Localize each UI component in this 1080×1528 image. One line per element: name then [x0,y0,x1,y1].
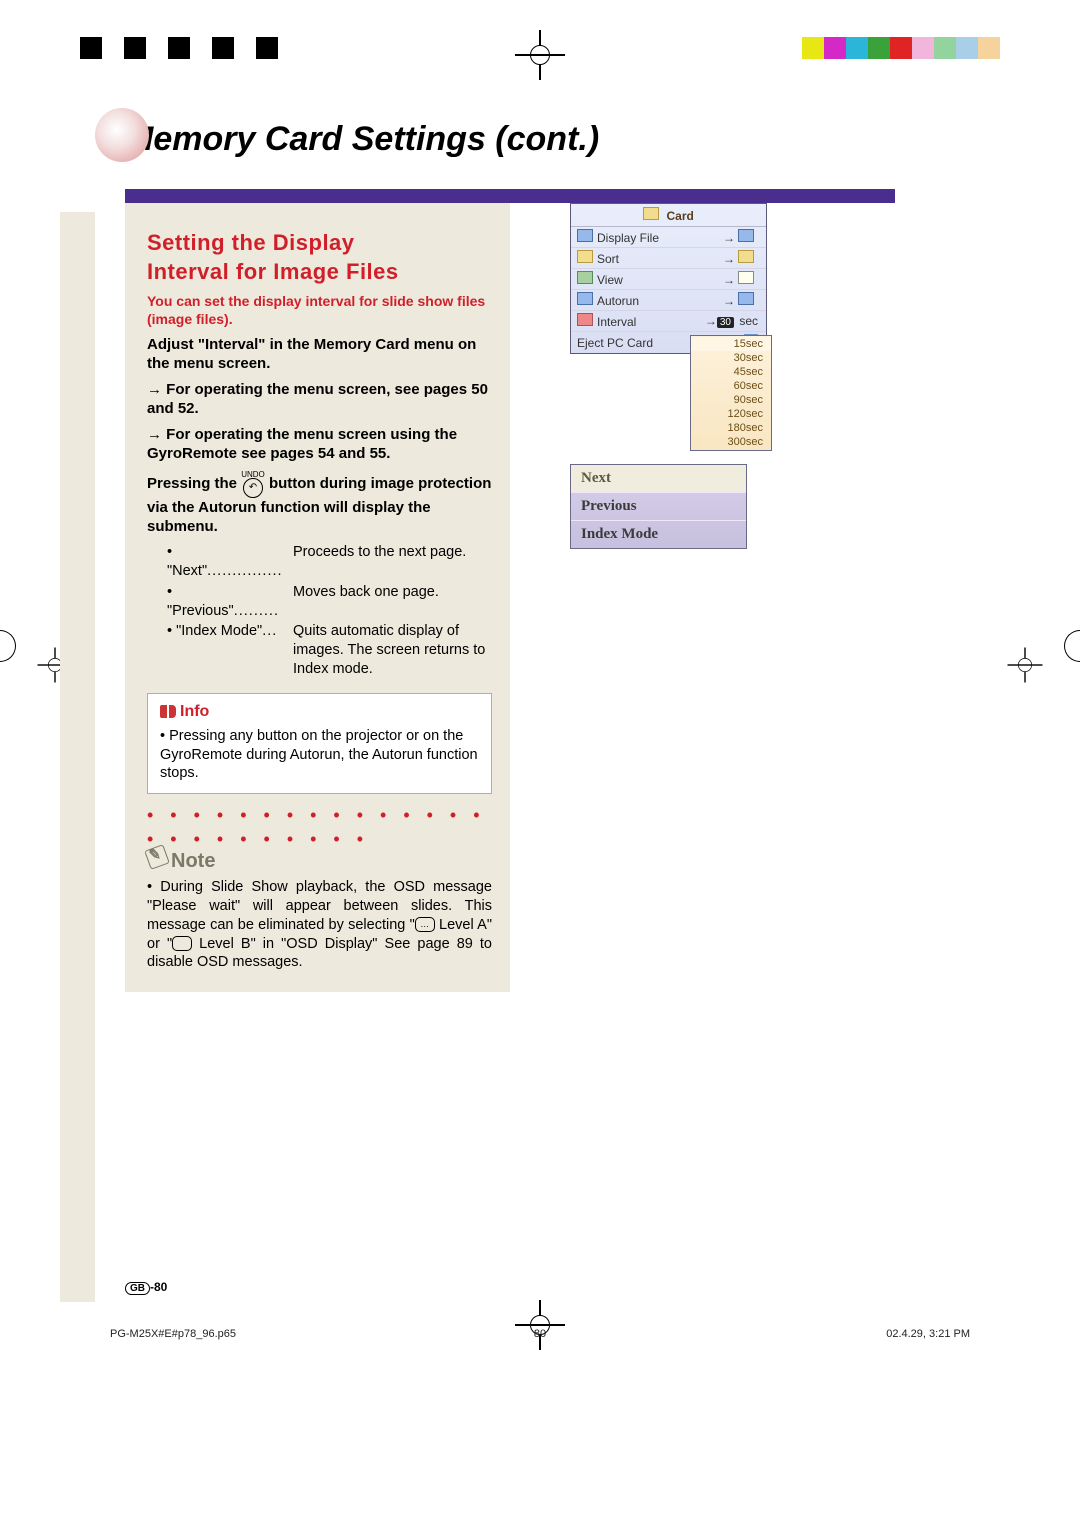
menu-item-icon [577,292,593,305]
osd-row: Interval→30 sec [571,311,766,332]
submenu-item-next: • "Next"............... Proceeds to the … [167,543,492,581]
arrow-right-icon: → [723,252,735,266]
osd-row: View → [571,269,766,290]
osd-row: Display File → [571,227,766,248]
left-margin-fill [60,212,95,1302]
interval-option: 60sec [691,379,771,393]
interval-option: 300sec [691,435,771,449]
footer-timestamp: 02.4.29, 3:21 PM [886,1328,970,1340]
menu-item-label: Sort [597,252,619,266]
submenu-item-index: • "Index Mode"... Quits automatic displa… [167,622,492,679]
menu-item-icon [577,271,593,284]
menu-item-icon [577,229,593,242]
arrow-right-icon: → [705,314,717,328]
print-footer: PG-M25X#E#p78_96.p65 80 02.4.29, 3:21 PM [0,1328,1080,1340]
menu-item-icon [577,313,593,326]
arrow-right-icon: → [723,294,735,308]
nav-item: Previous [571,493,746,521]
info-body: Pressing any button on the projector or … [160,728,478,782]
interval-option: 15sec [691,337,771,351]
book-icon [160,705,176,718]
menu-item-label: View [597,273,623,287]
menu-item-label: Autorun [597,294,639,308]
interval-option: 30sec [691,351,771,365]
level-b-icon [172,936,192,951]
instruction-2: → For operating the menu screen, see pag… [147,380,492,419]
section-title: Setting the Display Interval for Image F… [147,229,492,286]
osd-row: Autorun → [571,290,766,311]
menu-item-label: Interval [597,315,636,329]
footer-filename: PG-M25X#E#p78_96.p65 [110,1328,236,1340]
osd-title: Card [667,209,694,223]
nav-item: Index Mode [571,521,746,548]
menu-item-label: Eject PC Card [577,336,653,350]
card-icon [643,207,659,220]
section-lead: You can set the display interval for sli… [147,292,492,328]
accent-bar [125,189,895,203]
osd-card-menu: Card Display File → Sort → View → Autorun → Inte… [570,203,767,354]
note-divider-dots: • • • • • • • • • • • • • • • • • • • • … [147,804,492,851]
note-heading: Note [171,850,215,872]
submenu-item-prev: • "Previous"......... Moves back one pag… [167,583,492,621]
submenu-box: NextPreviousIndex Mode [570,464,747,549]
instruction-3: → For operating the menu screen using th… [147,425,492,464]
level-a-icon: … [415,917,435,932]
instruction-1: Adjust "Interval" in the Memory Card men… [147,335,492,374]
interval-value: 30 [717,317,734,328]
page-number: GB-80 [125,1280,167,1294]
note-body: • During Slide Show playback, the OSD me… [147,878,492,972]
submenu-icon [738,292,754,305]
interval-option: 45sec [691,365,771,379]
info-box: Info • Pressing any button on the projec… [147,693,492,794]
menu-item-label: Display File [597,231,659,245]
menu-item-icon [577,250,593,263]
submenu-icon [738,271,754,284]
submenu-icon [738,250,754,263]
interval-option: 180sec [691,421,771,435]
arrow-right-icon: → [723,231,735,245]
page-title: Memory Card Settings (cont.) [125,120,985,159]
interval-option: 120sec [691,407,771,421]
press-instruction: Pressing the UNDO ↶ button during image … [147,470,492,537]
decorative-sphere [95,108,149,162]
nav-item: Next [571,465,746,493]
interval-option: 90sec [691,393,771,407]
content-column: Setting the Display Interval for Image F… [125,203,510,992]
interval-options-list: 15sec30sec45sec60sec90sec120sec180sec300… [690,335,772,451]
undo-button-icon: ↶ [243,478,263,498]
pen-icon [144,844,170,870]
arrow-right-icon: → [723,273,735,287]
submenu-icon [738,229,754,242]
footer-pagenum: 80 [534,1328,546,1340]
osd-row: Sort → [571,248,766,269]
info-heading: Info [180,703,209,720]
